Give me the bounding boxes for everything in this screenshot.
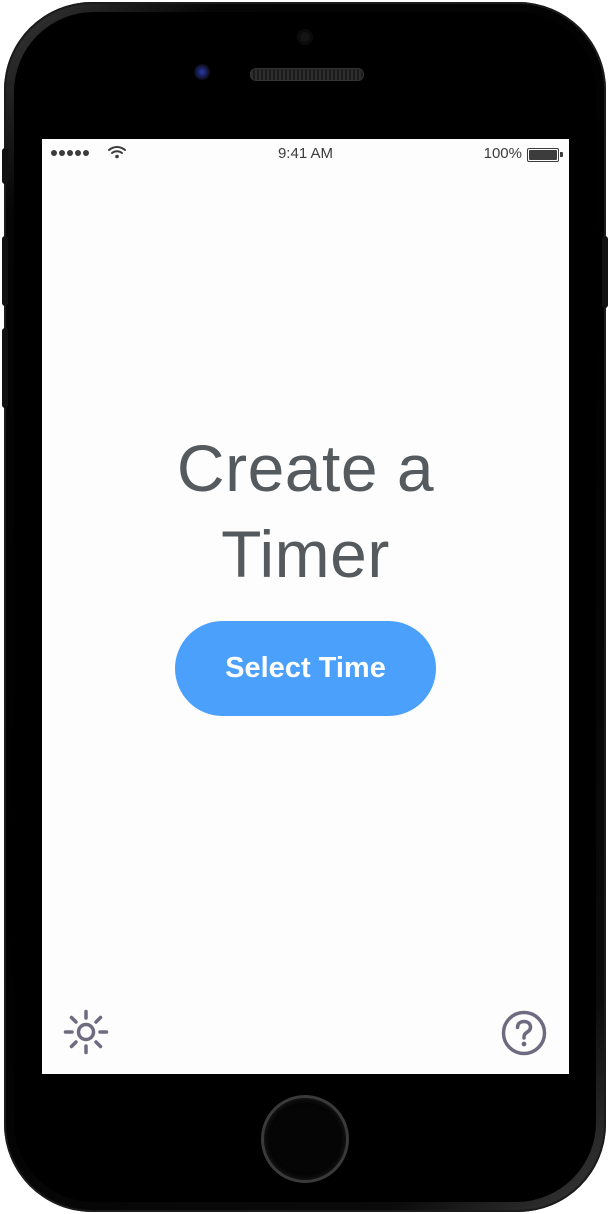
battery-icon [527,148,563,162]
status-bar: 9:41 AM 100% [42,139,569,167]
page-title-line-1: Create a [176,431,435,505]
power-button [602,236,608,308]
volume-down-button [2,328,8,408]
battery-percentage: 100% [483,145,522,162]
app-screen: 9:41 AM 100% Create a Timer Select Time [42,139,569,1074]
sun-gear-icon[interactable] [63,1009,109,1055]
volume-up-button [2,236,8,306]
mute-switch [2,148,8,184]
select-time-button[interactable]: Select Time [175,621,436,716]
home-button[interactable] [264,1098,346,1180]
page-title-line-2: Timer [221,517,390,591]
earpiece-sensor [297,29,313,45]
speaker-grille [250,68,364,81]
front-camera-icon [194,64,210,80]
page-title: Create a Timer [42,425,569,597]
question-circle-icon[interactable] [500,1009,548,1057]
